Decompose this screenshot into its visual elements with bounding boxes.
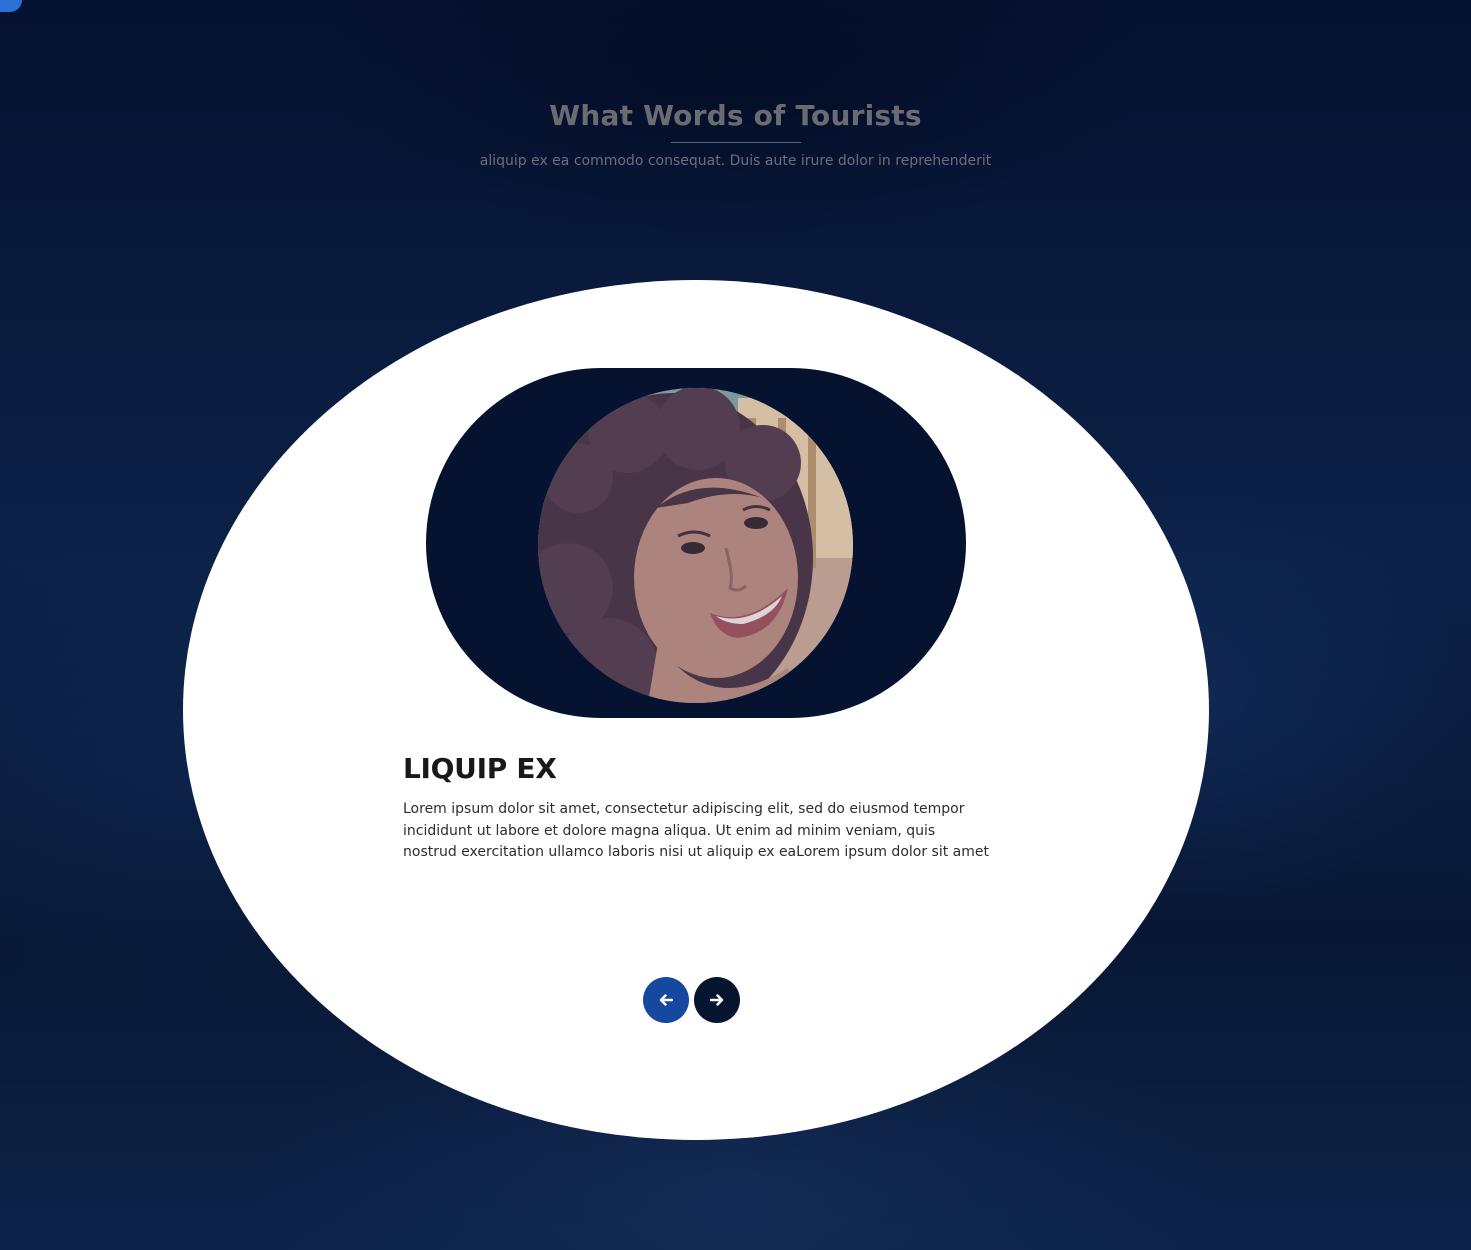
person-photo-icon: [538, 388, 853, 703]
section-subtitle: aliquip ex ea commodo consequat. Duis au…: [479, 153, 992, 169]
section-title: What Words of Tourists: [549, 99, 922, 132]
testimonial-author-name: LIQUIP EX: [403, 752, 557, 785]
arrow-right-icon: [710, 994, 724, 1006]
testimonial-quote: Lorem ipsum dolor sit amet, consectetur …: [403, 801, 989, 860]
section-header: What Words of Tourists aliquip ex ea com…: [0, 96, 1471, 171]
arrow-left-icon: [659, 994, 673, 1006]
avatar: [538, 388, 853, 703]
title-divider: [670, 142, 801, 143]
carousel-next-button[interactable]: [694, 977, 740, 1023]
carousel-prev-button[interactable]: [643, 977, 689, 1023]
